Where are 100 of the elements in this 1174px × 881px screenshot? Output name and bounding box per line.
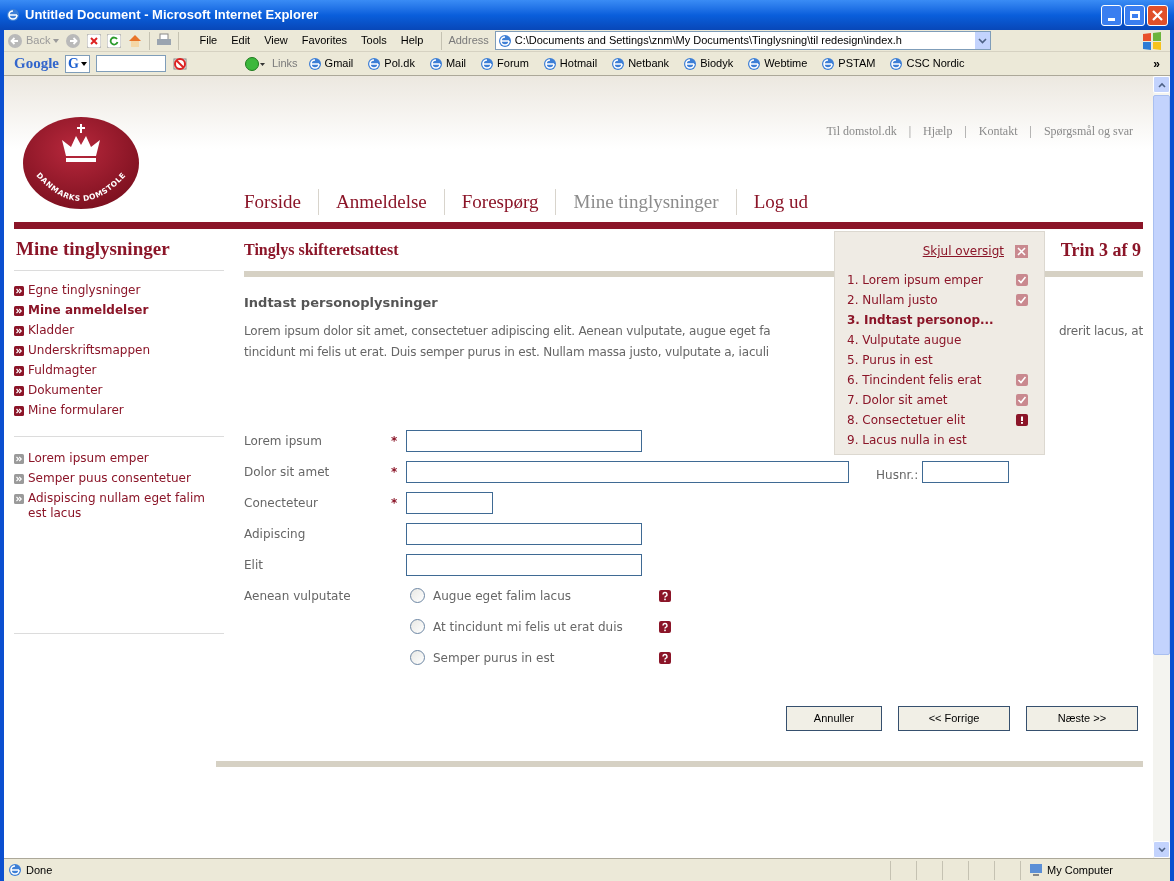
favorite-link[interactable]: Mail xyxy=(424,55,471,72)
menu-item[interactable]: Edit xyxy=(227,32,255,49)
scroll-up-icon[interactable] xyxy=(1157,81,1166,88)
sidebar-link[interactable]: Mine anmeldelser xyxy=(28,303,149,318)
nav-link[interactable]: Log ud xyxy=(753,187,808,216)
nav-link[interactable]: Forside xyxy=(244,187,301,216)
browser-icon xyxy=(542,56,557,71)
form-button[interactable]: Næste >> xyxy=(1026,705,1138,731)
favorite-link[interactable]: Pol.dk xyxy=(363,55,419,72)
step-link[interactable]: 9. Lacus nulla in est xyxy=(847,431,967,449)
input-field[interactable] xyxy=(406,491,493,514)
sidebar-link[interactable]: Semper puus consentetuer xyxy=(28,471,191,486)
nav-link[interactable]: Forespørg xyxy=(461,187,539,216)
status-dot-icon[interactable] xyxy=(243,55,266,72)
field-label: Adipiscing xyxy=(244,525,307,543)
input-field[interactable] xyxy=(406,553,642,576)
browser-icon xyxy=(821,56,836,71)
help-icon[interactable] xyxy=(659,620,671,633)
popup-blocker-icon[interactable] xyxy=(171,55,188,72)
hide-overview-link[interactable]: Skjul oversigt xyxy=(922,242,1004,260)
radio-button[interactable] xyxy=(410,588,425,603)
caret-icon xyxy=(53,38,60,43)
arrow-bullet-icon xyxy=(14,494,24,504)
input-field[interactable] xyxy=(406,460,849,483)
favorite-link[interactable]: Netbank xyxy=(607,55,674,72)
field-label: Elit xyxy=(244,556,264,574)
sidebar-link[interactable]: Adispiscing nullam eget falim est lacus xyxy=(28,491,224,521)
step-link[interactable]: 6. Tincindent felis erat xyxy=(847,371,982,389)
input-field[interactable] xyxy=(922,460,1010,483)
nav-link[interactable]: Anmeldelse xyxy=(336,187,427,216)
menu-item[interactable]: View xyxy=(260,32,292,49)
browser-icon xyxy=(6,8,20,22)
arrow-bullet-icon xyxy=(14,386,24,396)
field-label: Conecteteur xyxy=(244,494,320,512)
dropdown-icon[interactable] xyxy=(974,32,990,49)
help-icon[interactable] xyxy=(659,651,671,664)
form-button[interactable]: Annuller xyxy=(786,705,882,731)
windows-logo-icon xyxy=(1141,30,1163,51)
nav-link[interactable]: Mine tinglysninger xyxy=(573,187,719,216)
arrow-bullet-icon xyxy=(14,346,24,356)
step-link[interactable]: 7. Dolor sit amet xyxy=(847,391,948,409)
sidebar-link[interactable]: Mine formularer xyxy=(28,403,124,418)
page-title: Tinglys skifteretsattest xyxy=(244,240,399,261)
favorite-link[interactable]: Gmail xyxy=(303,55,358,72)
menu-item[interactable]: Favorites xyxy=(297,32,352,49)
step-link[interactable]: 2. Nullam justo xyxy=(847,291,938,309)
menu-item[interactable]: Tools xyxy=(357,32,391,49)
menu-item[interactable]: Help xyxy=(396,32,428,49)
favorite-link[interactable]: PSTAM xyxy=(817,55,880,72)
step-link[interactable]: 1. Lorem ipsum emper xyxy=(847,271,983,289)
step-link[interactable]: 8. Consectetuer elit xyxy=(847,411,966,429)
favorite-link[interactable]: Hotmail xyxy=(538,55,602,72)
step-link[interactable]: 4. Vulputate augue xyxy=(847,331,962,349)
section-title: Indtast personoplysninger xyxy=(244,294,438,312)
minimize-button[interactable] xyxy=(1101,4,1122,26)
caret-icon xyxy=(80,61,87,66)
form-button[interactable]: << Forrige xyxy=(898,705,1010,731)
favorite-link[interactable]: Webtime xyxy=(743,55,812,72)
help-icon[interactable] xyxy=(659,589,671,602)
favorite-link[interactable]: Forum xyxy=(476,55,533,72)
field-label: Aenean vulputate xyxy=(244,587,352,605)
close-icon xyxy=(1152,9,1163,21)
search-field[interactable] xyxy=(95,55,166,72)
maximize-button[interactable] xyxy=(1124,4,1145,26)
favorite-link[interactable]: CSC Nordic xyxy=(885,55,969,72)
menu-item[interactable]: File xyxy=(195,32,222,49)
sidebar-link[interactable]: Underskriftsmappen xyxy=(28,343,151,358)
browser-icon xyxy=(428,56,443,71)
browser-icon xyxy=(307,56,322,71)
step-indicator: Trin 3 af 9 xyxy=(1060,238,1141,262)
stop-icon[interactable] xyxy=(87,33,102,48)
sidebar-link[interactable]: Lorem ipsum emper xyxy=(28,451,149,466)
more-links-button[interactable]: » xyxy=(1153,54,1160,73)
arrow-bullet-icon xyxy=(14,366,24,376)
home-icon[interactable] xyxy=(127,32,144,49)
radio-button[interactable] xyxy=(410,619,425,634)
browser-icon xyxy=(683,56,698,71)
sidebar-link[interactable]: Dokumenter xyxy=(28,383,103,398)
step-link[interactable]: 5. Purus in est xyxy=(847,351,933,369)
radio-button[interactable] xyxy=(410,650,425,665)
required-mark: * xyxy=(391,495,398,510)
scrollbar[interactable] xyxy=(1153,76,1170,858)
close-button[interactable] xyxy=(1147,4,1168,26)
favorite-link[interactable]: Biodyk xyxy=(679,55,738,72)
input-field[interactable] xyxy=(406,522,642,545)
close-icon[interactable] xyxy=(1015,244,1028,258)
sidebar-link[interactable]: Egne tinglysninger xyxy=(28,283,141,298)
address-label: Address xyxy=(448,33,489,49)
field-label: Dolor sit amet xyxy=(244,463,331,481)
field-label: Lorem ipsum xyxy=(244,432,323,450)
scroll-down-icon[interactable] xyxy=(1157,846,1166,853)
status-text: Done xyxy=(26,862,53,878)
input-field[interactable] xyxy=(406,429,642,452)
step-link[interactable]: 3. Indtast personop... xyxy=(847,311,994,329)
address-field[interactable]: C:\Documents and Settings\znm\My Documents\Tinglysning\til redesign\index.h xyxy=(494,31,991,50)
refresh-icon[interactable] xyxy=(107,33,122,48)
radio-label: At tincidunt mi felis ut erat duis xyxy=(433,618,624,636)
sidebar-link[interactable]: Fuldmagter xyxy=(28,363,97,378)
sidebar-link[interactable]: Kladder xyxy=(28,323,75,338)
browser-icon xyxy=(611,56,626,71)
